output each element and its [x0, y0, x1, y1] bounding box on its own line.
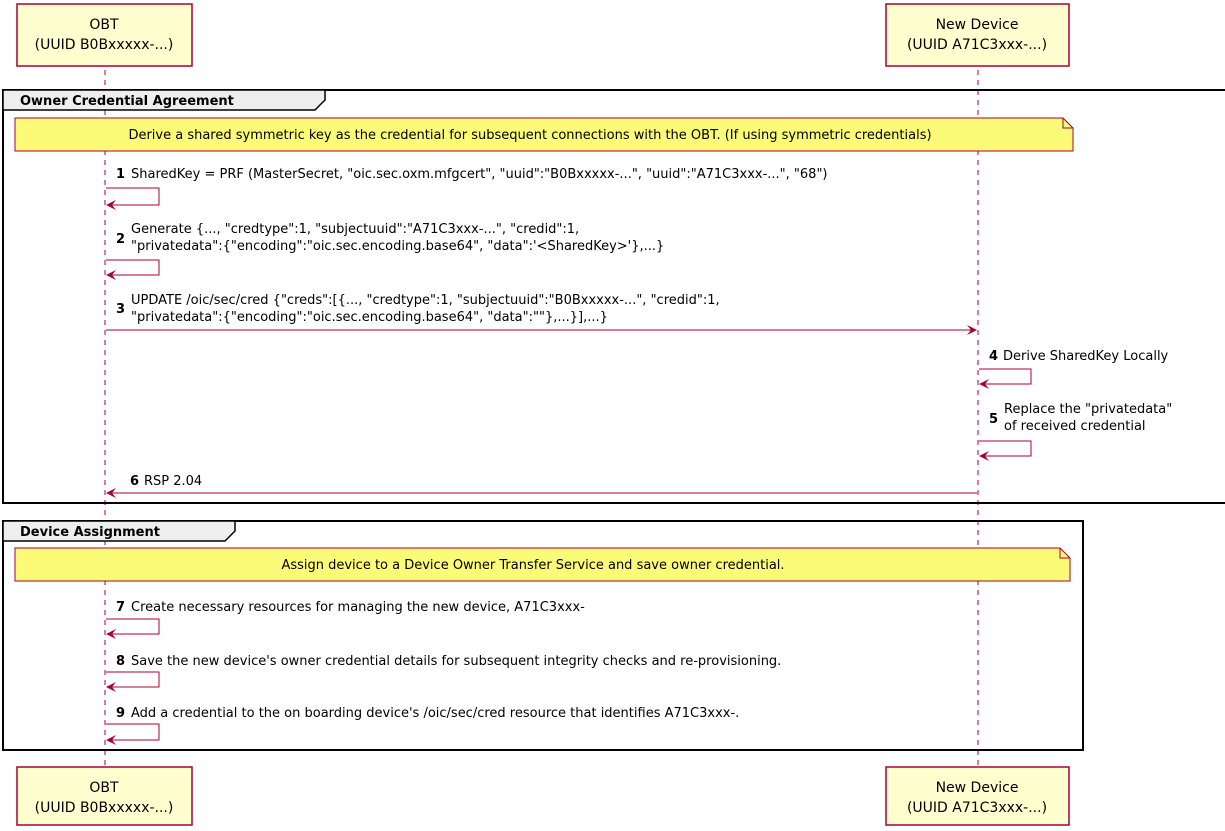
- participant-name: OBT: [89, 780, 119, 796]
- group-title: Device Assignment: [20, 525, 160, 540]
- message-number: 2: [116, 232, 125, 247]
- message-4: 4 Derive SharedKey Locally: [979, 349, 1169, 389]
- message-1: 1 SharedKey = PRF (MasterSecret, "oic.se…: [106, 167, 828, 210]
- participant-name: New Device: [936, 780, 1019, 796]
- message-number: 3: [116, 302, 125, 317]
- self-arrow: [106, 671, 160, 692]
- self-arrow: [979, 440, 1032, 461]
- self-arrow: [106, 723, 160, 745]
- message-number: 9: [116, 706, 125, 721]
- participant-uuid: (UUID B0Bxxxxx-...): [35, 37, 174, 53]
- message-9: 9 Add a credential to the on boarding de…: [106, 706, 739, 745]
- participant-uuid: (UUID B0Bxxxxx-...): [35, 800, 174, 816]
- message-number: 7: [116, 600, 125, 615]
- message-6: 6 RSP 2.04: [106, 474, 977, 498]
- message-text: Add a credential to the on boarding devi…: [131, 706, 739, 721]
- note-text: Assign device to a Device Owner Transfer…: [281, 558, 784, 573]
- message-text: UPDATE /oic/sec/cred {"creds":[{..., "cr…: [131, 293, 720, 308]
- message-text: Create necessary resources for managing …: [131, 600, 585, 615]
- message-text: Derive SharedKey Locally: [1003, 349, 1169, 364]
- message-text: RSP 2.04: [144, 474, 202, 489]
- message-7: 7 Create necessary resources for managin…: [106, 600, 585, 639]
- self-arrow: [106, 618, 160, 639]
- self-arrow: [106, 187, 160, 210]
- self-arrow: [979, 368, 1032, 389]
- message-text: Save the new device's owner credential d…: [131, 654, 781, 669]
- participant-obt-top: OBT (UUID B0Bxxxxx-...): [16, 3, 193, 67]
- participant-uuid: (UUID A71C3xxx-...): [907, 37, 1047, 53]
- note-text: Derive a shared symmetric key as the cre…: [128, 128, 931, 143]
- participant-new-device-bottom: New Device (UUID A71C3xxx-...): [885, 766, 1070, 826]
- message-8: 8 Save the new device's owner credential…: [106, 654, 781, 692]
- participant-new-device-top: New Device (UUID A71C3xxx-...): [885, 3, 1070, 67]
- note-group-2: Assign device to a Device Owner Transfer…: [14, 547, 1071, 582]
- message-2: 2 Generate {..., "credtype":1, "subjectu…: [106, 222, 664, 280]
- participant-uuid: (UUID A71C3xxx-...): [907, 800, 1047, 816]
- message-3: 3 UPDATE /oic/sec/cred {"creds":[{..., "…: [106, 293, 977, 335]
- message-text: SharedKey = PRF (MasterSecret, "oic.sec.…: [131, 167, 828, 182]
- sequence-diagram: OBT (UUID B0Bxxxxx-...) New Device (UUID…: [2, 3, 1225, 826]
- participant-obt-bottom: OBT (UUID B0Bxxxxx-...): [16, 766, 193, 826]
- message-text: "privatedata":{"encoding":"oic.sec.encod…: [131, 239, 664, 254]
- message-number: 8: [116, 654, 125, 669]
- message-number: 4: [989, 349, 998, 364]
- message-number: 6: [130, 474, 139, 489]
- message-text: Replace the "privatedata": [1004, 402, 1172, 417]
- message-text: Generate {..., "credtype":1, "subjectuui…: [131, 222, 579, 237]
- participant-name: OBT: [89, 17, 119, 33]
- message-5: 5 Replace the "privatedata" of received …: [979, 402, 1172, 461]
- group-title: Owner Credential Agreement: [20, 94, 234, 109]
- self-arrow: [106, 259, 160, 280]
- participant-name: New Device: [936, 17, 1019, 33]
- message-number: 1: [116, 167, 125, 182]
- note-group-1: Derive a shared symmetric key as the cre…: [14, 117, 1074, 152]
- message-number: 5: [989, 412, 998, 427]
- message-text: of received credential: [1004, 419, 1146, 434]
- message-text: "privatedata":{"encoding":"oic.sec.encod…: [131, 310, 608, 325]
